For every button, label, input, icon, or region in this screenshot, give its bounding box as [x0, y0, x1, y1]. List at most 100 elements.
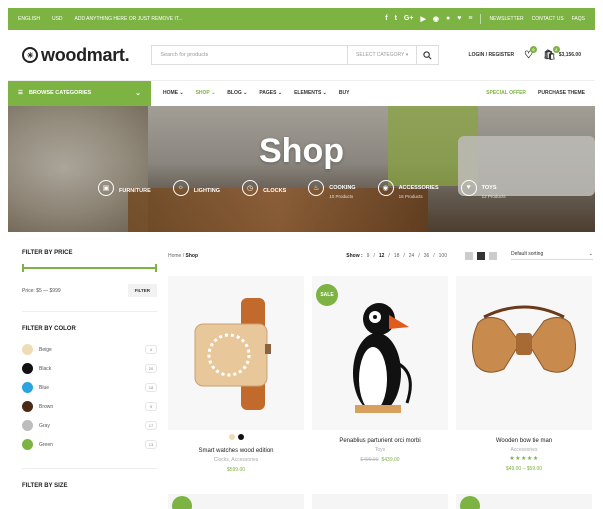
price-slider-min-handle[interactable] [22, 264, 24, 272]
per-page-option[interactable]: 9 [367, 253, 370, 259]
product-price-current: $439.00 [381, 457, 400, 463]
product-image[interactable] [168, 276, 304, 430]
nav-elements[interactable]: ELEMENTS ⌄ [294, 90, 327, 96]
per-page-option[interactable]: 24 [409, 253, 415, 259]
purchase-theme-link[interactable]: PURCHASE THEME [538, 90, 585, 96]
google-plus-icon[interactable]: G+ [404, 15, 414, 23]
grid-2-icon[interactable] [465, 251, 473, 260]
site-header: ☀ woodmart. Search for products SELECT C… [8, 30, 595, 80]
per-page-option[interactable]: 18 [394, 253, 400, 259]
color-filter-gray[interactable]: Gray 17 [22, 416, 157, 435]
product-category[interactable]: Accessories [456, 447, 592, 453]
color-name: Brown [39, 403, 54, 410]
nav-shop[interactable]: SHOP ⌄ [196, 90, 216, 96]
product-name[interactable]: Smart watches wood edition [168, 448, 304, 454]
color-option-beige[interactable] [228, 434, 235, 440]
nav-pages[interactable]: PAGES ⌄ [259, 90, 282, 96]
instagram-icon[interactable]: ◉ [433, 15, 439, 23]
language-selector[interactable]: ENGLISH [18, 16, 40, 22]
site-logo[interactable]: ☀ woodmart. [22, 44, 130, 66]
product-price-current: $599.00 [226, 467, 246, 473]
grid-3-icon[interactable] [477, 251, 485, 260]
hero-category-furniture[interactable]: ▣ FURNITURE [98, 176, 151, 199]
top-bar: ENGLISH USD ADD ANYTHING HERE OR JUST RE… [8, 8, 595, 30]
color-filter-black[interactable]: Black 20 [22, 359, 157, 378]
product-image[interactable]: SALE [312, 276, 448, 430]
contact-link[interactable]: CONTACT US [532, 16, 564, 22]
breadcrumb: Home / Shop [168, 253, 198, 259]
pinterest-icon[interactable]: ● [446, 15, 450, 23]
product-card[interactable] [168, 494, 304, 509]
color-filter-blue[interactable]: Blue 18 [22, 378, 157, 397]
wishlist-button[interactable]: ♡ 0 [524, 45, 538, 61]
logo-text: woodmart. [41, 44, 130, 65]
search-button[interactable] [416, 46, 438, 64]
sort-select[interactable]: Default sorting ⌄ [511, 251, 593, 260]
breadcrumb-home[interactable]: Home [168, 253, 181, 259]
menu-icon: ☰ [18, 90, 23, 96]
currency-selector[interactable]: USD [52, 16, 63, 22]
hero-category-clocks[interactable]: ◷ CLOCKS [242, 176, 286, 199]
bow-tie-image [472, 305, 576, 373]
product-image[interactable] [456, 276, 592, 430]
color-filter-beige[interactable]: Beige 4 [22, 340, 157, 359]
hero-category-toys[interactable]: ♥ TOYS 12 Products [460, 176, 506, 199]
product-card[interactable]: SALE Penablius parturient orci morbi Toy… [312, 276, 448, 473]
filter-button[interactable]: FILTER [127, 284, 157, 297]
nav-blog[interactable]: BLOG ⌄ [227, 90, 247, 96]
lamp-icon: ☼ [172, 179, 189, 196]
color-filter-green[interactable]: Green 13 [22, 435, 157, 454]
per-page-option[interactable]: 12 [379, 253, 385, 259]
old-price: $499.00 [360, 457, 379, 463]
search-input[interactable]: Search for products [152, 52, 347, 58]
login-link[interactable]: LOGIN / REGISTER [469, 52, 515, 58]
hero-category-lighting[interactable]: ☼ LIGHTING [172, 176, 220, 199]
grid-4-icon[interactable] [489, 251, 497, 260]
per-page-option[interactable]: 36 [424, 253, 430, 259]
hero-category-list: ▣ FURNITURE ☼ LIGHTING ◷ CLOCKS ♨ COOKIN… [98, 176, 506, 199]
hero-category-cooking[interactable]: ♨ COOKING 10 Products [308, 176, 356, 199]
nav-home[interactable]: HOME ⌄ [163, 90, 184, 96]
product-category[interactable]: Clocks, Accessories [168, 457, 304, 463]
newsletter-link[interactable]: NEWSLETTER [489, 16, 523, 22]
sale-badge [460, 496, 480, 509]
cart-icon-wrap: 🛍︎ 2 [543, 45, 560, 61]
hero-category-lighting-text: LIGHTING [194, 179, 220, 197]
sale-badge: SALE [316, 284, 338, 306]
color-name: Green [39, 441, 53, 448]
color-filter-brown[interactable]: Brown 9 [22, 397, 157, 416]
rating-stars: ★★★★★ [509, 456, 539, 462]
product-grid-row-2 [168, 494, 593, 509]
color-option-black[interactable] [237, 434, 244, 440]
hero-category-accessories-count: 16 Products [398, 194, 423, 199]
special-offer-link[interactable]: SPECIAL OFFER [486, 90, 526, 96]
category-select[interactable]: SELECT CATEGORY ▾ [347, 46, 416, 64]
facebook-icon[interactable]: f [385, 15, 387, 23]
product-card[interactable] [456, 494, 592, 509]
divider [22, 311, 157, 312]
youtube-icon[interactable]: ▶ [420, 15, 425, 23]
vk-icon[interactable]: ♥ [457, 15, 461, 23]
product-card[interactable]: Smart watches wood edition Clocks, Acces… [168, 276, 304, 473]
product-card[interactable]: Wooden bow tie man Accessories ★★★★★ $49… [456, 276, 592, 473]
faqs-link[interactable]: FAQS [572, 16, 585, 22]
cart-total: $3,156.00 [558, 52, 581, 58]
price-slider[interactable] [22, 264, 157, 272]
clock-icon: ◷ [242, 179, 259, 196]
color-swatch [22, 363, 33, 374]
pot-icon: ♨ [308, 179, 325, 196]
cart-button[interactable]: 🛍︎ 2 $3,156.00 [543, 45, 581, 61]
per-page-option[interactable]: 100 [439, 253, 447, 259]
hero-category-accessories[interactable]: ◉ ACCESSORIES 16 Products [377, 176, 439, 199]
promo-text: ADD ANYTHING HERE OR JUST REMOVE IT... [74, 16, 183, 22]
product-category[interactable]: Toys [312, 447, 448, 453]
product-name[interactable]: Wooden bow tie man [456, 438, 592, 444]
product-card[interactable] [312, 494, 448, 509]
product-name[interactable]: Penablius parturient orci morbi [312, 438, 448, 444]
browse-categories-button[interactable]: ☰ BROWSE CATEGORIES ⌄ [8, 80, 151, 106]
cart-count: 2 [552, 45, 560, 53]
twitter-icon[interactable]: t [395, 15, 397, 23]
price-slider-max-handle[interactable] [155, 264, 157, 272]
nav-buy[interactable]: BUY [339, 90, 350, 96]
linkedin-icon[interactable]: ≡ [468, 15, 472, 23]
